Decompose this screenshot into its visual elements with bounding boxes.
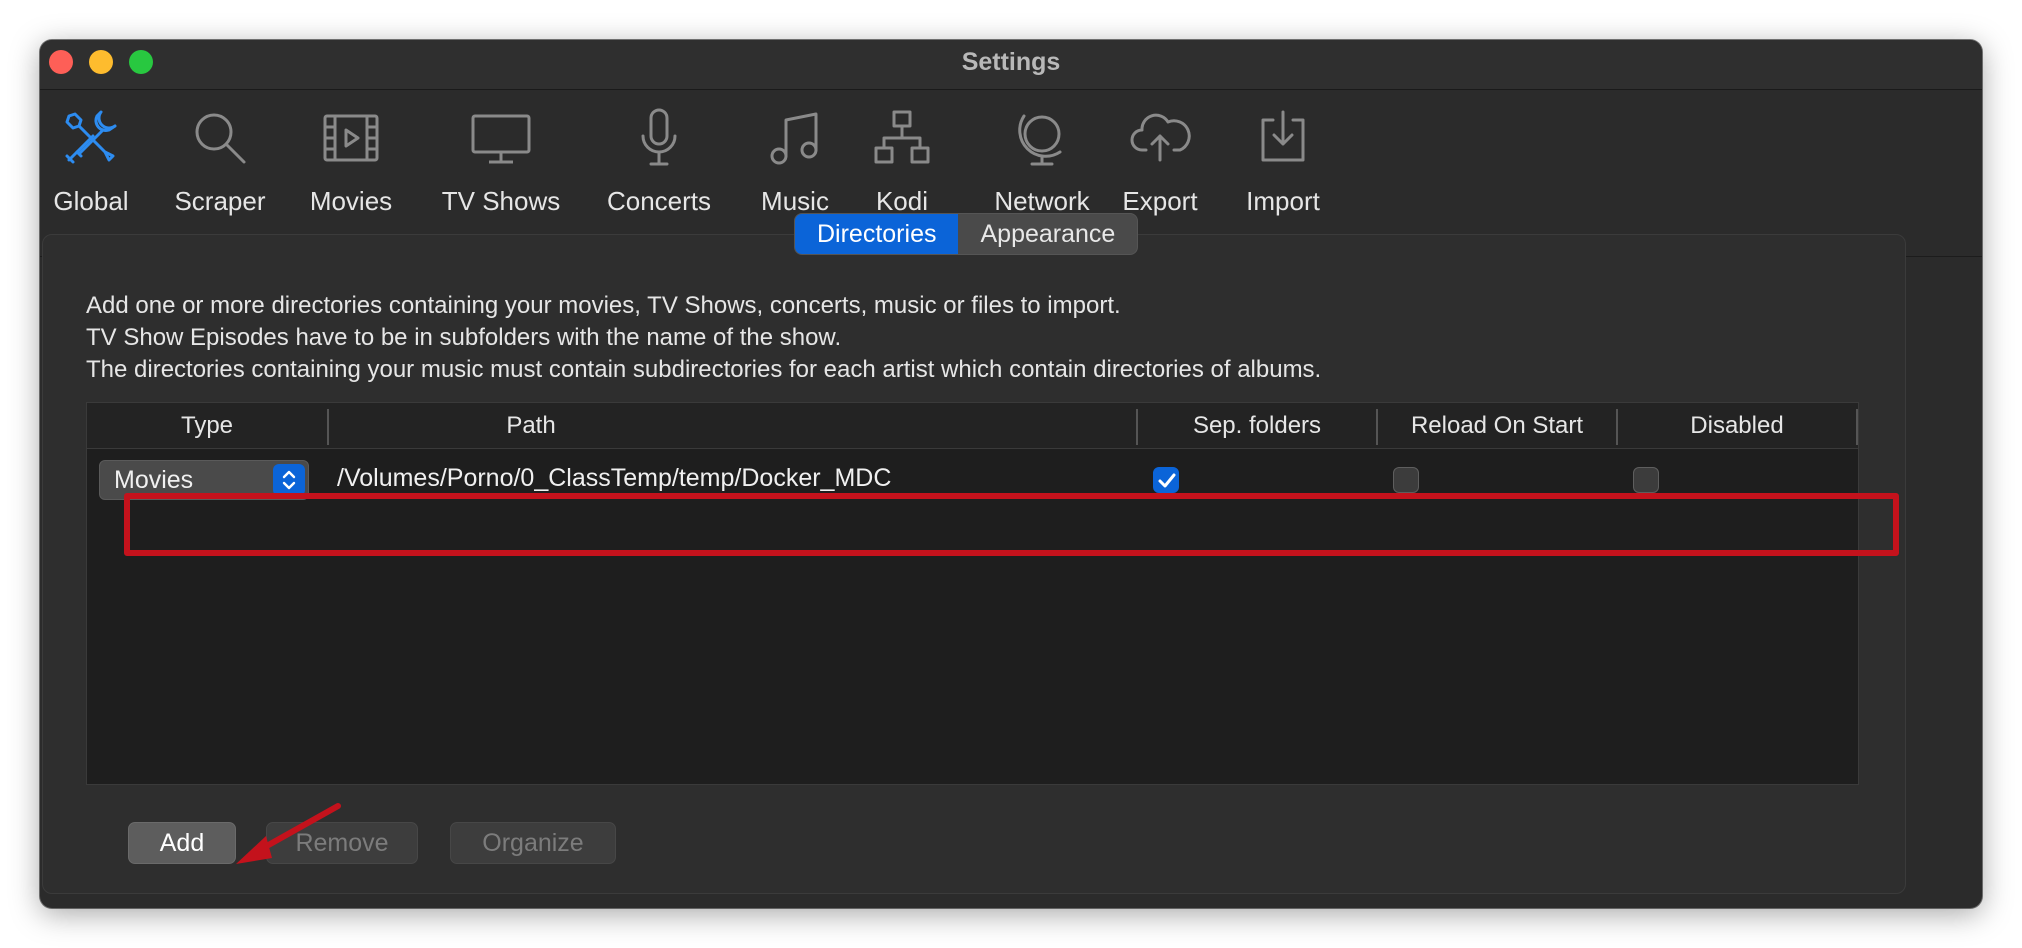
column-header-type[interactable]: Type — [87, 403, 327, 449]
toolbar-label-movies: Movies — [309, 186, 393, 216]
sep-folders-checkbox[interactable] — [1153, 467, 1179, 493]
table-header: Type Path Sep. folders Reload On Start D… — [87, 403, 1858, 449]
tools-icon — [65, 110, 117, 164]
row-highlight-annotation — [124, 493, 1899, 556]
title-bar: Settings — [40, 40, 1982, 90]
disabled-checkbox[interactable] — [1633, 467, 1659, 493]
globe-icon — [1018, 114, 1062, 166]
reload-on-start-checkbox[interactable] — [1393, 467, 1419, 493]
tab-appearance[interactable]: Appearance — [958, 214, 1137, 254]
directories-description: Add one or more directories containing y… — [86, 290, 1321, 386]
toolbar-item-concerts[interactable]: Concerts — [602, 90, 716, 257]
cloud-upload-icon — [1130, 113, 1191, 162]
hierarchy-icon — [874, 110, 930, 164]
microphone-icon — [641, 108, 677, 166]
toolbar-label-global: Global — [53, 186, 129, 216]
settings-tab-control: Directories Appearance — [794, 213, 1139, 255]
tab-directories[interactable]: Directories — [795, 214, 959, 254]
toolbar-item-movies[interactable]: Movies — [303, 90, 399, 257]
window-title: Settings — [961, 48, 1061, 76]
magnifier-icon — [195, 113, 246, 164]
toolbar-item-tv-shows[interactable]: TV Shows — [436, 90, 566, 257]
download-icon — [1261, 110, 1305, 162]
toolbar-item-import[interactable]: Import — [1243, 90, 1323, 257]
monitor-icon — [471, 114, 531, 164]
organize-button[interactable]: Organize — [450, 822, 616, 864]
description-line-2: TV Show Episodes have to be in subfolder… — [86, 324, 842, 351]
column-header-disabled[interactable]: Disabled — [1618, 403, 1856, 449]
column-divider[interactable] — [1856, 409, 1858, 445]
toolbar-label-import: Import — [1246, 186, 1320, 216]
toolbar-label-scraper: Scraper — [174, 186, 266, 216]
film-icon — [323, 114, 379, 162]
toolbar-item-global[interactable]: Global — [44, 90, 138, 257]
updown-chevron-icon — [273, 464, 305, 496]
add-button[interactable]: Add — [128, 822, 236, 864]
directory-path-cell[interactable]: /Volumes/Porno/0_ClassTemp/temp/Docker_M… — [337, 464, 891, 493]
toolbar-item-scraper[interactable]: Scraper — [168, 90, 272, 257]
toolbar-label-tv-shows: TV Shows — [441, 186, 561, 216]
annotation-arrow-icon — [236, 803, 341, 864]
toolbar-label-concerts: Concerts — [606, 186, 712, 216]
toolbar-label-export: Export — [1122, 186, 1198, 216]
column-header-reload-on-start[interactable]: Reload On Start — [1378, 403, 1616, 449]
directories-table: Type Path Sep. folders Reload On Start D… — [86, 402, 1859, 785]
music-note-icon — [770, 112, 818, 165]
column-header-sep-folders[interactable]: Sep. folders — [1138, 403, 1376, 449]
type-select-value: Movies — [114, 466, 194, 494]
description-line-1: Add one or more directories containing y… — [86, 292, 1121, 319]
checkmark-icon — [1158, 473, 1176, 488]
description-line-3: The directories containing your music mu… — [86, 356, 1322, 383]
column-header-path[interactable]: Path — [329, 403, 733, 449]
